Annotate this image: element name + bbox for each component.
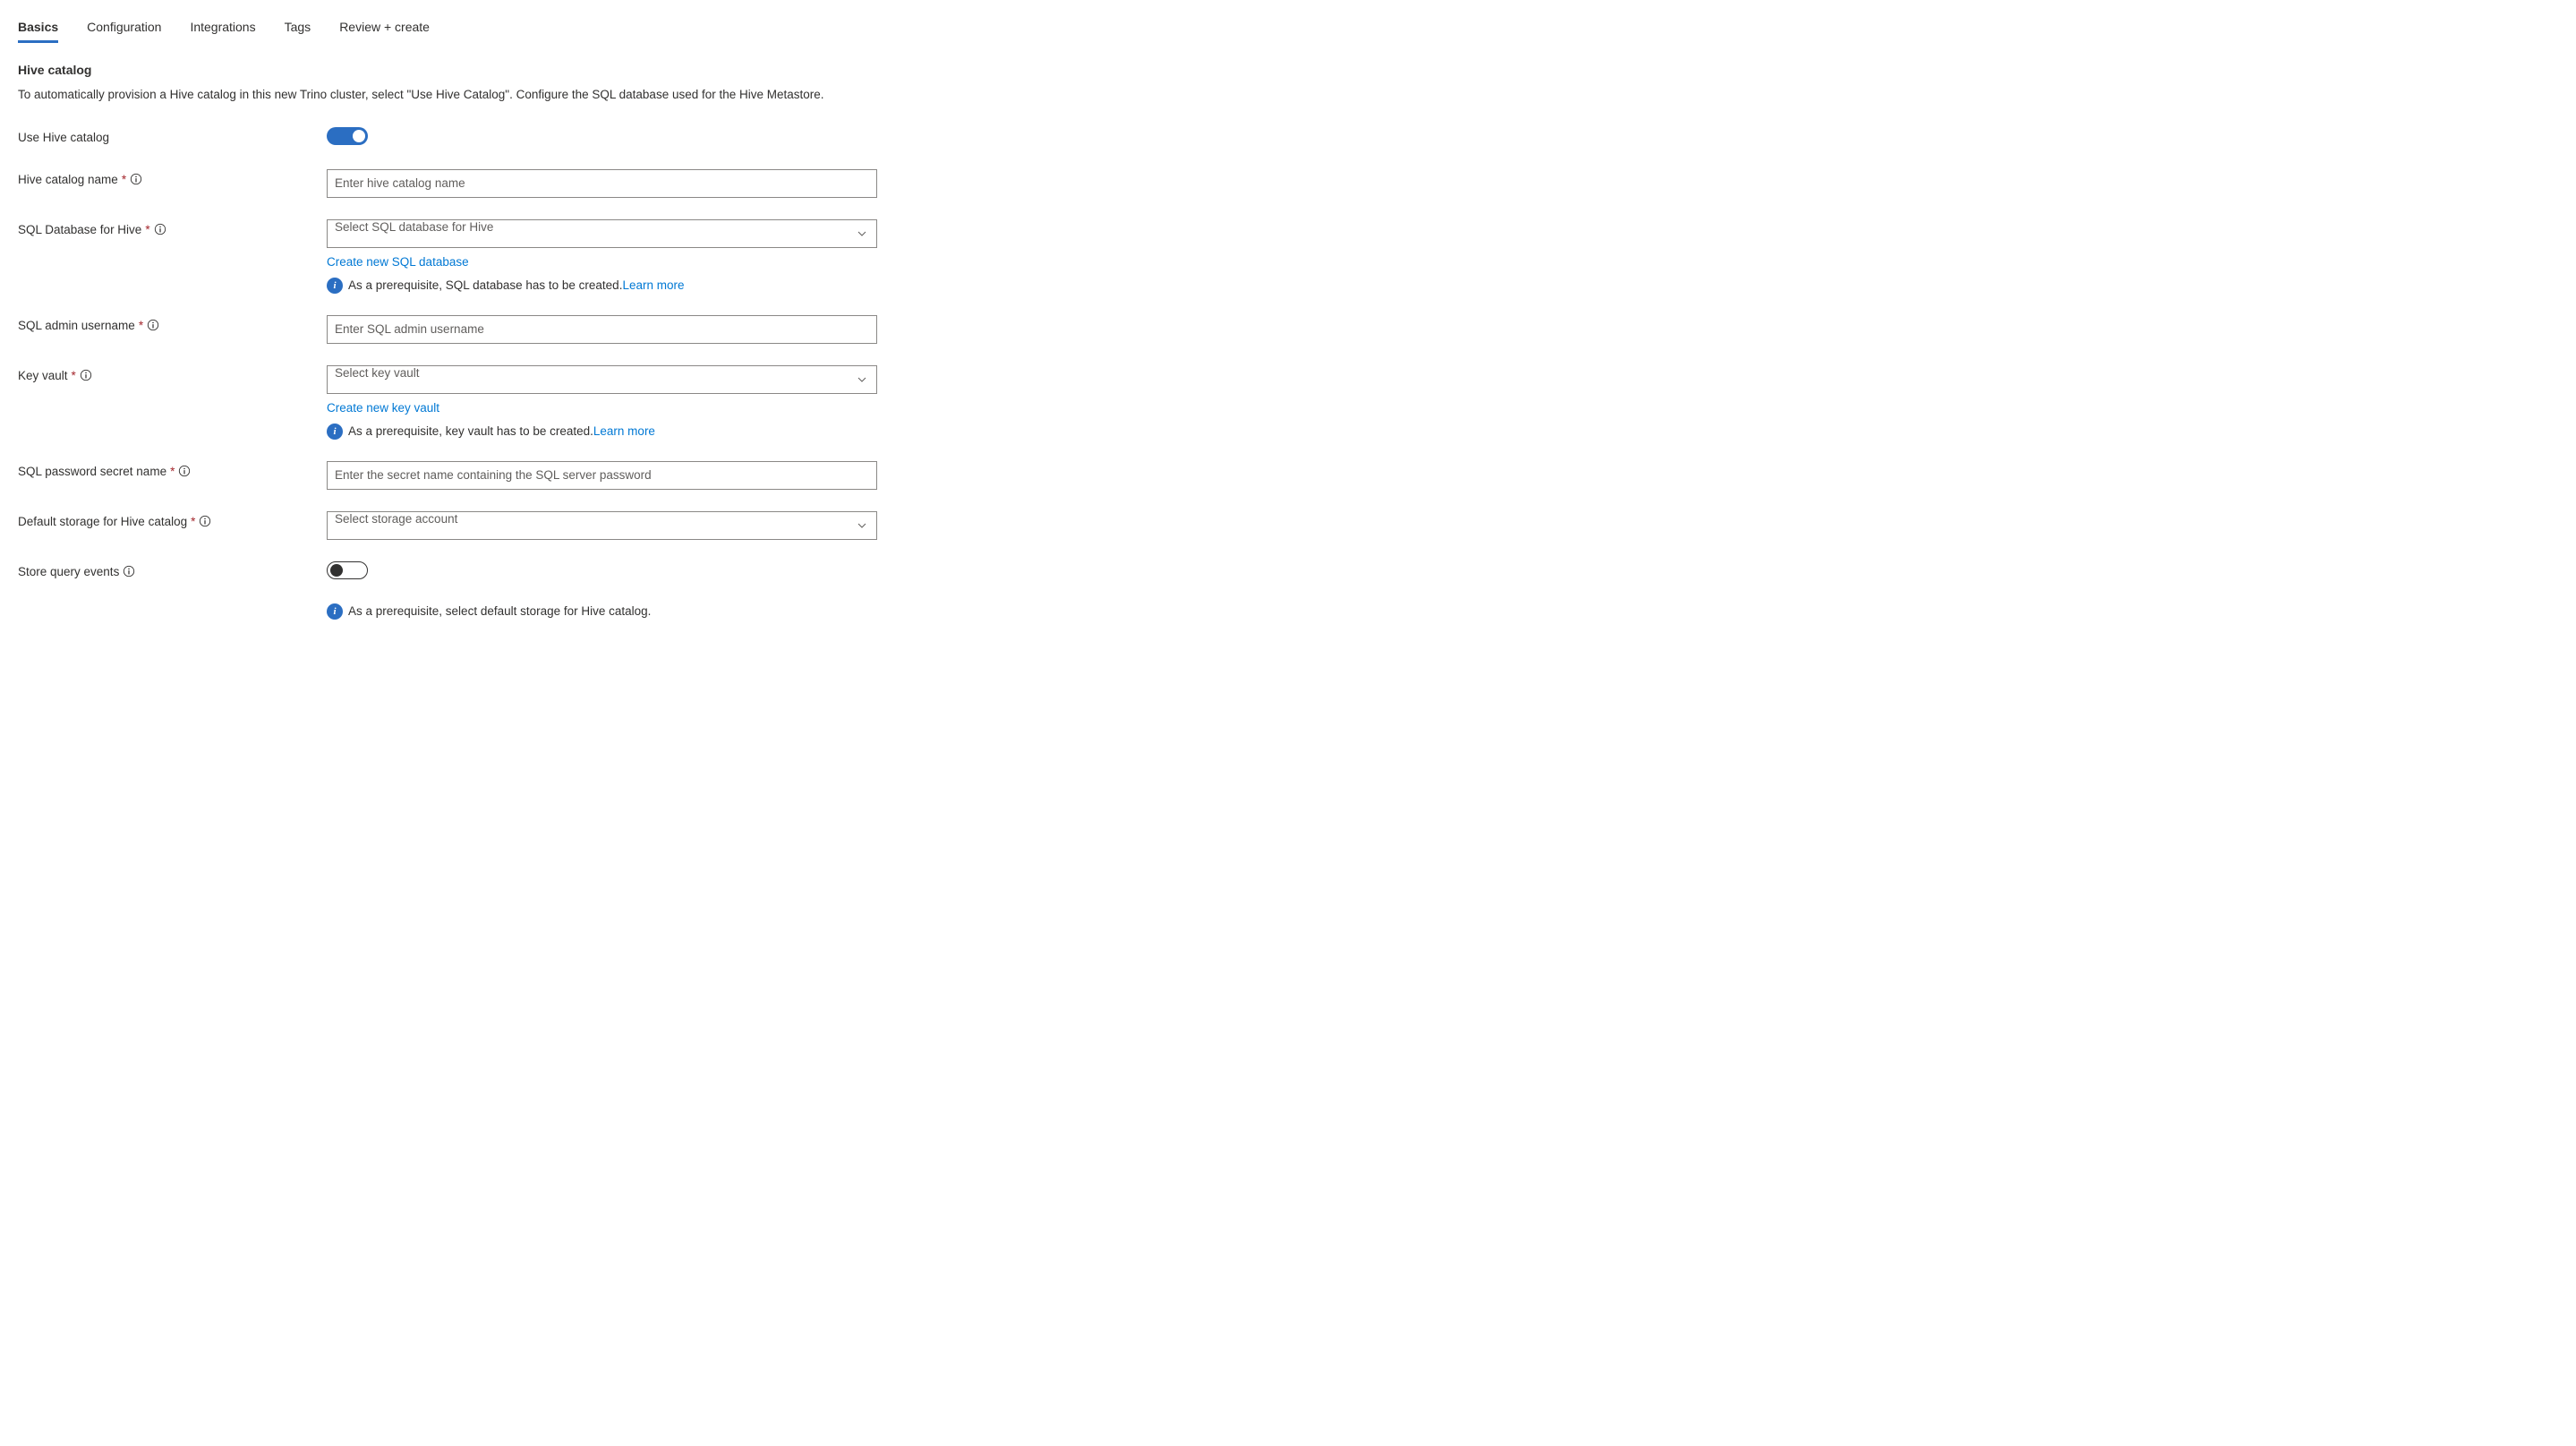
section-title: Hive catalog <box>18 63 2558 77</box>
link-create-sql-database[interactable]: Create new SQL database <box>327 255 469 269</box>
input-sql-password-secret[interactable] <box>327 461 877 490</box>
tab-integrations[interactable]: Integrations <box>190 14 255 43</box>
info-icon[interactable] <box>178 465 191 477</box>
label-hive-catalog-name: Hive catalog name * <box>18 169 327 186</box>
row-default-storage: Default storage for Hive catalog * Selec… <box>18 511 2558 540</box>
info-text: As a prerequisite, key vault has to be c… <box>348 424 593 438</box>
required-asterisk: * <box>122 173 126 186</box>
required-asterisk: * <box>191 515 195 528</box>
info-icon[interactable] <box>154 223 166 235</box>
row-key-vault: Key vault * Select key vault Create new … <box>18 365 2558 440</box>
tab-tags[interactable]: Tags <box>285 14 311 43</box>
label-sql-database-for-hive: SQL Database for Hive * <box>18 219 327 236</box>
label-text: Use Hive catalog <box>18 131 109 144</box>
info-icon[interactable] <box>147 319 159 331</box>
info-icon[interactable] <box>80 369 92 381</box>
row-sql-admin-username: SQL admin username * <box>18 315 2558 344</box>
info-text: As a prerequisite, SQL database has to b… <box>348 278 622 292</box>
field-key-vault: Select key vault Create new key vault i … <box>327 365 877 440</box>
label-text: SQL admin username <box>18 319 135 332</box>
select-sql-database-for-hive[interactable]: Select SQL database for Hive <box>327 219 877 248</box>
label-key-vault: Key vault * <box>18 365 327 382</box>
label-text: Hive catalog name <box>18 173 118 186</box>
label-default-storage: Default storage for Hive catalog * <box>18 511 327 528</box>
required-asterisk: * <box>170 465 175 478</box>
toggle-use-hive-catalog[interactable] <box>327 127 368 145</box>
label-use-hive-catalog: Use Hive catalog <box>18 127 327 144</box>
required-asterisk: * <box>145 223 149 236</box>
select-default-storage[interactable]: Select storage account <box>327 511 877 540</box>
label-text: SQL password secret name <box>18 465 166 478</box>
tabs-bar: Basics Configuration Integrations Tags R… <box>18 14 2558 43</box>
row-sql-password-secret: SQL password secret name * <box>18 461 2558 490</box>
toggle-store-query-events[interactable] <box>327 561 368 579</box>
field-use-hive-catalog <box>327 127 877 148</box>
field-hive-catalog-name <box>327 169 877 198</box>
info-line-key-vault: i As a prerequisite, key vault has to be… <box>327 424 877 440</box>
info-line-sql-db: i As a prerequisite, SQL database has to… <box>327 278 877 294</box>
field-sql-password-secret <box>327 461 877 490</box>
input-hive-catalog-name[interactable] <box>327 169 877 198</box>
input-sql-admin-username[interactable] <box>327 315 877 344</box>
label-sql-admin-username: SQL admin username * <box>18 315 327 332</box>
link-learn-more-keyvault[interactable]: Learn more <box>593 424 655 438</box>
field-sql-database-for-hive: Select SQL database for Hive Create new … <box>327 219 877 294</box>
info-badge-icon: i <box>327 278 343 294</box>
info-line-store-query: i As a prerequisite, select default stor… <box>327 603 877 620</box>
label-store-query-events: Store query events <box>18 561 327 578</box>
field-default-storage: Select storage account <box>327 511 877 540</box>
row-store-query-events: Store query events i As a prerequisite, … <box>18 561 2558 620</box>
label-text: SQL Database for Hive <box>18 223 141 236</box>
link-create-key-vault[interactable]: Create new key vault <box>327 401 439 415</box>
info-badge-icon: i <box>327 603 343 620</box>
tab-configuration[interactable]: Configuration <box>87 14 161 43</box>
info-icon[interactable] <box>199 515 211 527</box>
required-asterisk: * <box>72 369 76 382</box>
required-asterisk: * <box>139 319 143 332</box>
field-sql-admin-username <box>327 315 877 344</box>
field-store-query-events: i As a prerequisite, select default stor… <box>327 561 877 620</box>
label-text: Default storage for Hive catalog <box>18 515 187 528</box>
row-use-hive-catalog: Use Hive catalog <box>18 127 2558 148</box>
info-icon[interactable] <box>123 565 135 578</box>
select-key-vault[interactable]: Select key vault <box>327 365 877 394</box>
row-sql-database-for-hive: SQL Database for Hive * Select SQL datab… <box>18 219 2558 294</box>
label-sql-password-secret: SQL password secret name * <box>18 461 327 478</box>
tab-review-create[interactable]: Review + create <box>339 14 430 43</box>
tab-basics[interactable]: Basics <box>18 14 58 43</box>
toggle-knob <box>330 564 343 577</box>
toggle-knob <box>353 130 365 142</box>
section-description: To automatically provision a Hive catalo… <box>18 86 877 104</box>
row-hive-catalog-name: Hive catalog name * <box>18 169 2558 198</box>
link-learn-more-sql[interactable]: Learn more <box>622 278 684 292</box>
label-text: Store query events <box>18 565 119 578</box>
info-icon[interactable] <box>130 173 142 185</box>
info-text: As a prerequisite, select default storag… <box>348 604 651 618</box>
label-text: Key vault <box>18 369 68 382</box>
info-badge-icon: i <box>327 424 343 440</box>
